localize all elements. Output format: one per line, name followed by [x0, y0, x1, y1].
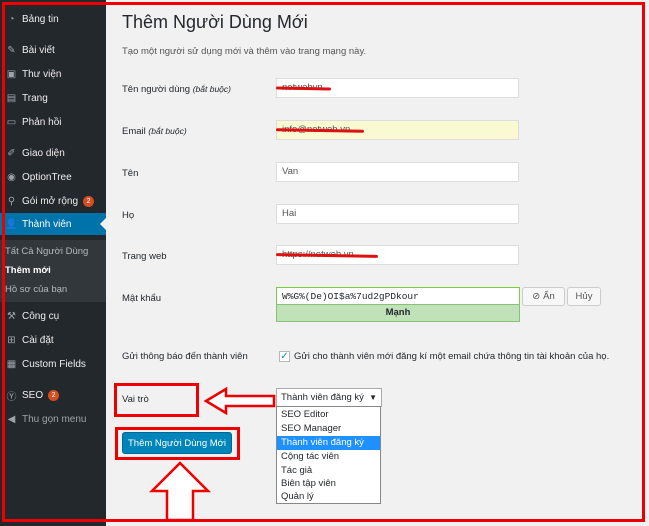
annotation-arrows — [148, 386, 276, 522]
left-arrow-annotation — [203, 386, 276, 416]
up-arrow-annotation — [148, 461, 212, 522]
